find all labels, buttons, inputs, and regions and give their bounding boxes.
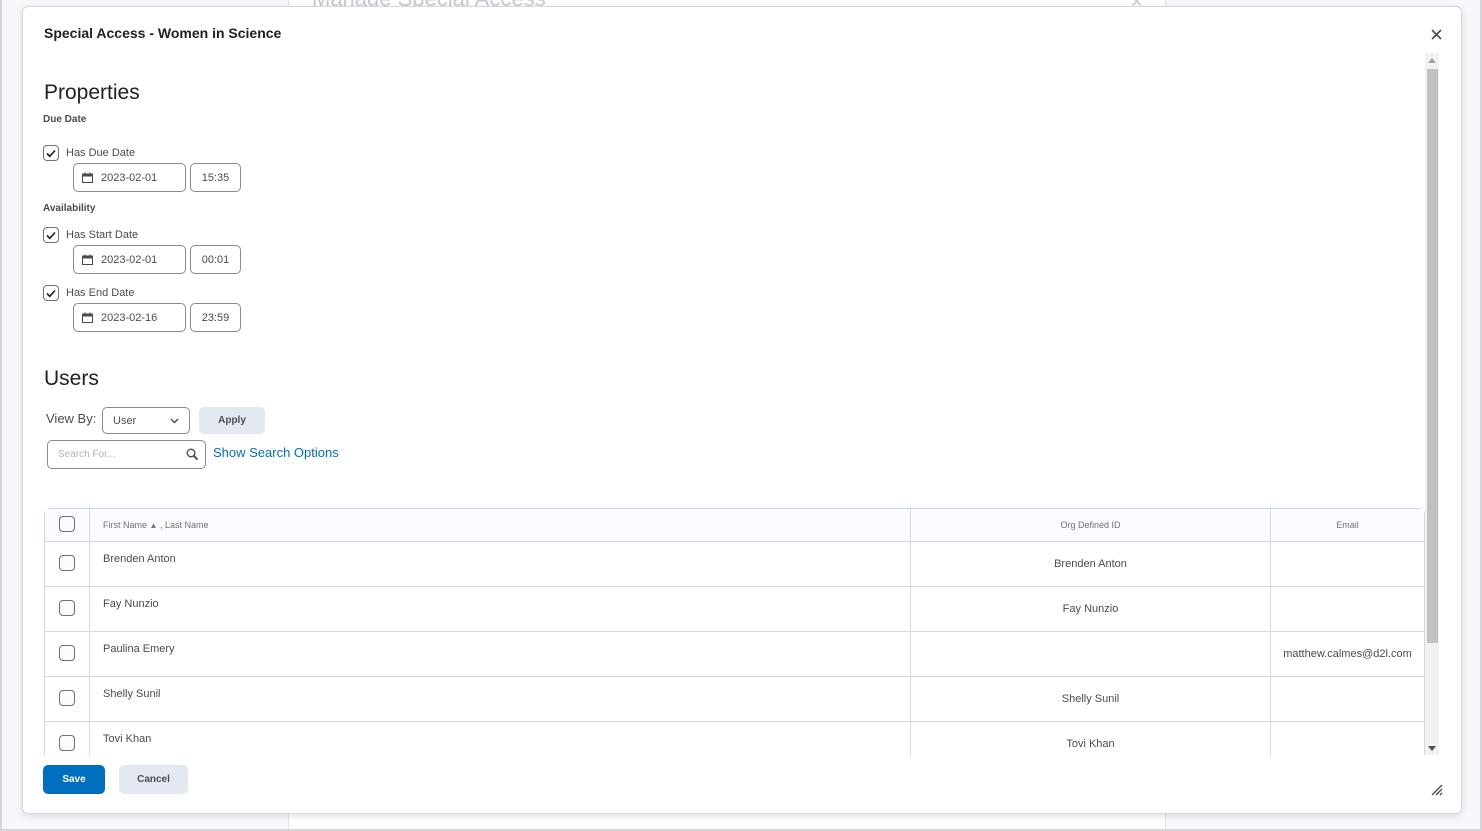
- close-icon: [1430, 28, 1442, 40]
- table-row: Shelly Sunil Shelly Sunil: [45, 677, 1424, 722]
- scroll-up-button[interactable]: [1425, 53, 1439, 67]
- checkmark-icon: [46, 149, 56, 157]
- checkmark-icon: [46, 231, 56, 239]
- due-date-section-label: Due Date: [43, 114, 87, 125]
- due-date-input[interactable]: 2023-02-01: [73, 163, 186, 192]
- due-date-value: 2023-02-01: [101, 171, 158, 184]
- row-checkbox[interactable]: [59, 734, 75, 751]
- show-search-options-link[interactable]: Show Search Options: [213, 445, 339, 460]
- row-checkbox[interactable]: [59, 644, 75, 661]
- save-button[interactable]: Save: [43, 765, 105, 794]
- table-row: Brenden Anton Brenden Anton: [45, 542, 1424, 587]
- start-date-value: 2023-02-01: [101, 253, 158, 266]
- scrollbar-thumb[interactable]: [1427, 69, 1438, 643]
- table-row: Tovi Khan Tovi Khan: [45, 722, 1424, 755]
- email-cell: [1270, 677, 1424, 722]
- triangle-up-icon: [1428, 57, 1436, 63]
- apply-button[interactable]: Apply: [199, 407, 265, 434]
- org-id-cell: Shelly Sunil: [910, 677, 1270, 722]
- user-name-cell: Tovi Khan: [89, 722, 910, 755]
- availability-section-label: Availability: [43, 203, 96, 214]
- has-due-date-checkbox[interactable]: [43, 145, 59, 161]
- has-start-date-row: Has Start Date: [43, 227, 138, 243]
- sort-last-name-link[interactable]: , Last Name: [160, 520, 209, 530]
- table-row: Paulina Emery matthew.calmes@d2l.com: [45, 632, 1424, 677]
- select-all-cell: [45, 509, 89, 542]
- view-by-label: View By:: [46, 411, 97, 426]
- close-button[interactable]: [1427, 25, 1445, 43]
- has-due-date-row: Has Due Date: [43, 145, 135, 161]
- view-by-select[interactable]: User: [102, 407, 190, 434]
- row-select-cell: [45, 677, 89, 722]
- sort-ascending-icon: ▲: [149, 521, 158, 530]
- calendar-icon: [82, 172, 93, 183]
- checkmark-icon: [46, 289, 56, 297]
- column-header-email: Email: [1270, 509, 1424, 542]
- resize-handle[interactable]: [1431, 783, 1443, 796]
- end-date-value: 2023-02-16: [101, 311, 158, 324]
- end-time-input[interactable]: 23:59: [190, 303, 241, 332]
- email-cell: [1270, 722, 1424, 755]
- triangle-down-icon: [1428, 745, 1436, 751]
- has-start-date-checkbox[interactable]: [43, 227, 59, 243]
- properties-heading: Properties: [44, 81, 140, 104]
- table-header-row: First Name ▲ , Last Name Org Defined ID …: [45, 509, 1424, 542]
- column-header-name: First Name ▲ , Last Name: [89, 509, 910, 542]
- user-name-cell: Paulina Emery: [89, 632, 910, 677]
- row-checkbox[interactable]: [59, 554, 75, 571]
- users-heading: Users: [44, 367, 99, 390]
- has-end-date-checkbox[interactable]: [43, 285, 59, 301]
- column-header-org-id: Org Defined ID: [910, 509, 1270, 542]
- start-date-input[interactable]: 2023-02-01: [73, 245, 186, 274]
- users-table: First Name ▲ , Last Name Org Defined ID …: [44, 508, 1425, 755]
- row-select-cell: [45, 632, 89, 677]
- org-id-cell: Fay Nunzio: [910, 587, 1270, 632]
- view-by-value: User: [113, 414, 137, 427]
- resize-grip-icon: [1431, 784, 1443, 796]
- cancel-button[interactable]: Cancel: [119, 765, 188, 794]
- calendar-icon: [82, 254, 93, 265]
- end-date-input[interactable]: 2023-02-16: [73, 303, 186, 332]
- org-id-cell: Brenden Anton: [910, 542, 1270, 587]
- email-cell: [1270, 587, 1424, 632]
- search-field[interactable]: [47, 440, 206, 469]
- org-id-cell: [910, 632, 1270, 677]
- chevron-down-icon: [170, 418, 179, 423]
- row-select-cell: [45, 722, 89, 755]
- calendar-icon: [82, 312, 93, 323]
- dialog-title: Special Access - Women in Science: [44, 25, 282, 41]
- scroll-down-button[interactable]: [1425, 741, 1439, 755]
- search-icon[interactable]: [186, 448, 199, 461]
- has-end-date-label: Has End Date: [66, 287, 135, 299]
- org-id-cell: Tovi Khan: [910, 722, 1270, 755]
- user-name-cell: Shelly Sunil: [89, 677, 910, 722]
- row-select-cell: [45, 542, 89, 587]
- row-select-cell: [45, 587, 89, 632]
- search-input[interactable]: [58, 449, 168, 460]
- user-name-cell: Brenden Anton: [89, 542, 910, 587]
- start-time-input[interactable]: 00:01: [190, 245, 241, 274]
- email-cell: [1270, 542, 1424, 587]
- select-all-checkbox[interactable]: [59, 516, 75, 532]
- sort-first-name-link[interactable]: First Name: [103, 520, 147, 530]
- has-start-date-label: Has Start Date: [66, 229, 139, 241]
- due-time-input[interactable]: 15:35: [190, 163, 241, 192]
- special-access-dialog: Special Access - Women in Science Proper…: [22, 6, 1462, 814]
- table-row: Fay Nunzio Fay Nunzio: [45, 587, 1424, 632]
- user-name-cell: Fay Nunzio: [89, 587, 910, 632]
- row-checkbox[interactable]: [59, 599, 75, 616]
- email-cell: matthew.calmes@d2l.com: [1270, 632, 1424, 677]
- has-due-date-label: Has Due Date: [66, 147, 136, 159]
- dialog-content: Properties Due Date Has Due Date 2023-02…: [23, 53, 1425, 755]
- row-checkbox[interactable]: [59, 689, 75, 706]
- has-end-date-row: Has End Date: [43, 285, 134, 301]
- content-scrollbar[interactable]: [1425, 53, 1439, 755]
